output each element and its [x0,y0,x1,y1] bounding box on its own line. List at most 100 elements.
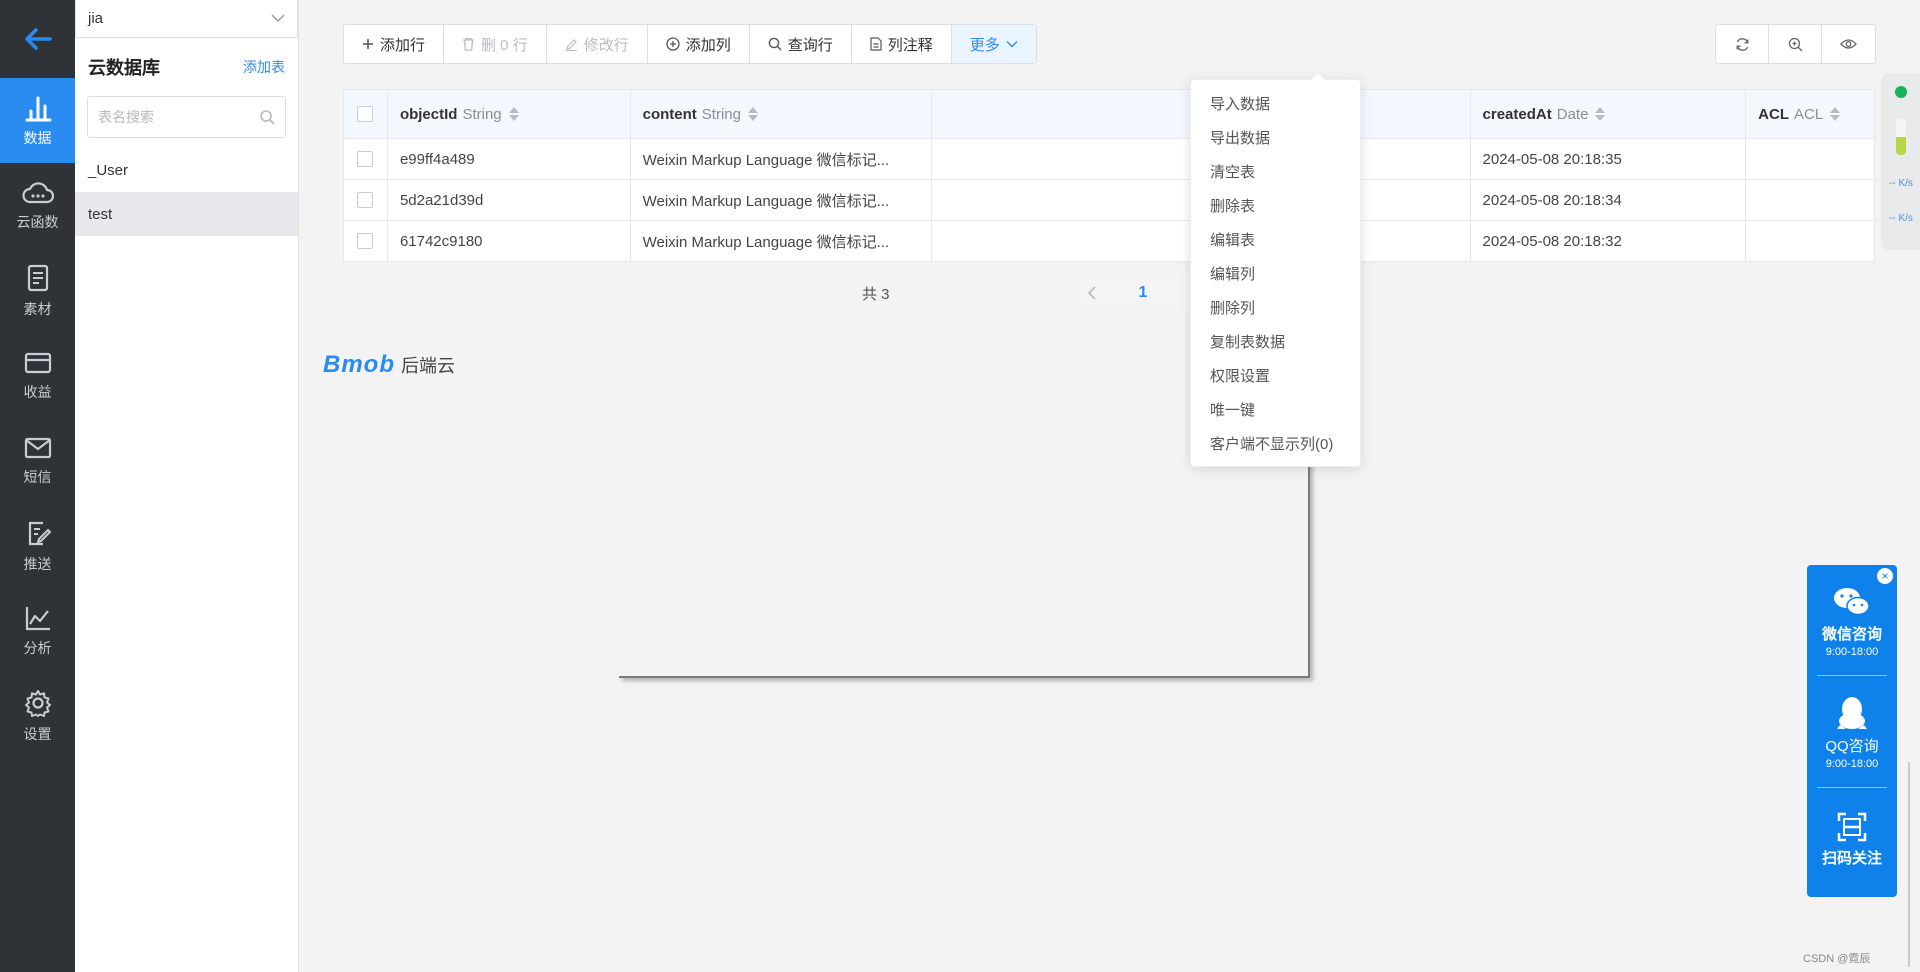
card-icon [24,352,51,373]
sort-icon[interactable] [1595,107,1606,121]
database-sidebar: jia 云数据库 添加表 表名搜索 _User test [75,0,299,972]
cell-objectid[interactable]: e99ff4a489 [388,139,631,179]
cell-objectid[interactable]: 5d2a21d39d [388,180,631,220]
cell-content[interactable]: Weixin Markup Language 微信标记... [631,221,933,261]
more-button[interactable]: 更多 [951,25,1036,63]
more-label: 更多 [969,36,1000,54]
row-checkbox[interactable] [357,151,374,167]
column-header-content[interactable]: content String [631,90,933,138]
cell-hidden[interactable] [932,139,1194,179]
qq-consult[interactable]: QQ咨询 9:00-18:00 [1807,695,1897,770]
add-column-button[interactable]: 添加列 [648,25,750,63]
nav-item-analytics[interactable]: 分析 [0,588,75,673]
nav-label: 云函数 [16,213,59,230]
cell-acl[interactable] [1746,221,1874,261]
row-select-cell [344,180,388,220]
page-scrollbar[interactable] [1908,762,1910,967]
cloud-icon [21,181,54,203]
column-header-acl[interactable]: ACL ACL [1746,90,1874,138]
delete-rows-label: 删 0 行 [481,36,528,54]
refresh-button[interactable] [1716,25,1769,63]
cell-acl[interactable] [1746,180,1874,220]
back-button[interactable] [0,0,75,78]
scan-title: 扫码关注 [1821,850,1882,867]
column-comment-button[interactable]: 列注释 [852,25,952,63]
menu-item-export-data[interactable]: 导出数据 [1191,120,1360,154]
column-header-hidden[interactable] [932,90,1194,138]
cell-content[interactable]: Weixin Markup Language 微信标记... [631,139,933,179]
mail-icon [24,437,51,458]
query-row-button[interactable]: 查询行 [750,25,852,63]
nav-label: 数据 [23,129,52,146]
cell-createdat[interactable]: 2024-05-08 20:18:32 [1471,221,1747,261]
add-table-link[interactable]: 添加表 [243,57,285,77]
page-number-current[interactable]: 1 [1139,284,1148,302]
select-all-cell [344,90,388,138]
menu-item-clear-table[interactable]: 清空表 [1191,154,1360,188]
plus-icon [363,39,373,49]
nav-item-sms[interactable]: 短信 [0,418,75,503]
menu-item-unique-key[interactable]: 唯一键 [1191,392,1360,426]
chevron-left-icon[interactable] [1087,286,1097,300]
cell-hidden[interactable] [932,221,1194,261]
cell-objectid[interactable]: 61742c9180 [388,221,631,261]
network-speed-widget[interactable]: -- K/s -- K/s [1881,73,1920,250]
menu-item-copy-table-data[interactable]: 复制表数据 [1191,324,1360,358]
wechat-consult[interactable]: 微信咨询 9:00-18:00 [1807,585,1897,658]
plus-circle-icon [666,37,680,51]
table-row[interactable]: e99ff4a489 Weixin Markup Language 微信标记..… [344,138,1874,179]
sidebar-title: 云数据库 [88,58,160,78]
menu-item-delete-column[interactable]: 删除列 [1191,290,1360,324]
cell-createdat[interactable]: 2024-05-08 20:18:35 [1471,139,1747,179]
select-all-checkbox[interactable] [357,106,374,122]
menu-item-edit-table[interactable]: 编辑表 [1191,222,1360,256]
eye-icon [1840,39,1857,49]
column-header-objectid[interactable]: objectId String [388,90,631,138]
table-item-user[interactable]: _User [75,148,298,192]
nav-item-push[interactable]: 推送 [0,503,75,588]
nav-item-settings[interactable]: 设置 [0,673,75,758]
menu-item-edit-column[interactable]: 编辑列 [1191,256,1360,290]
sort-icon[interactable] [747,107,758,121]
add-row-button[interactable]: 添加行 [344,25,445,63]
row-checkbox[interactable] [357,233,374,249]
column-header-createdat[interactable]: createdAt Date [1471,90,1747,138]
cell-content[interactable]: Weixin Markup Language 微信标记... [631,180,933,220]
delete-rows-button[interactable]: 删 0 行 [444,25,547,63]
scan-follow[interactable]: 扫码关注 [1807,811,1897,868]
wechat-title: 微信咨询 [1821,626,1882,643]
table-search-input[interactable]: 表名搜索 [87,96,286,138]
nav-item-assets[interactable]: 素材 [0,248,75,333]
row-checkbox[interactable] [357,192,374,208]
table-row[interactable]: 61742c9180 Weixin Markup Language 微信标记..… [344,220,1874,261]
app-select[interactable]: jia [75,0,298,38]
menu-item-delete-table[interactable]: 删除表 [1191,188,1360,222]
qq-hours: 9:00-18:00 [1825,758,1879,770]
sort-icon[interactable] [1830,107,1841,121]
view-button[interactable] [1822,25,1875,63]
add-row-label: 添加行 [380,36,426,54]
table-item-test[interactable]: test [75,192,298,236]
table-row[interactable]: 5d2a21d39d Weixin Markup Language 微信标记..… [344,179,1874,220]
row-select-cell [344,221,388,261]
column-name: ACL [1758,105,1789,123]
sort-icon[interactable] [508,107,519,121]
data-toolbar: 添加行 删 0 行 修改行 添加列 查询行 列注释 更多 [343,24,1037,64]
menu-item-hidden-columns[interactable]: 客户端不显示列(0) [1191,426,1360,460]
document-icon [870,37,882,51]
menu-item-permissions[interactable]: 权限设置 [1191,358,1360,392]
cell-acl[interactable] [1746,139,1874,179]
edit-row-button[interactable]: 修改行 [547,25,648,63]
cell-createdat[interactable]: 2024-05-08 20:18:34 [1471,180,1747,220]
close-icon[interactable]: × [1877,568,1893,584]
edit-icon [28,521,51,545]
row-select-cell [344,139,388,179]
zoom-in-button[interactable] [1769,25,1822,63]
add-column-label: 添加列 [685,36,731,54]
cell-hidden[interactable] [932,180,1194,220]
menu-item-import-data[interactable]: 导入数据 [1191,86,1360,120]
nav-item-data[interactable]: 数据 [0,78,75,163]
upload-speed: -- K/s [1889,178,1913,189]
nav-item-cloud-function[interactable]: 云函数 [0,163,75,248]
nav-item-income[interactable]: 收益 [0,333,75,418]
